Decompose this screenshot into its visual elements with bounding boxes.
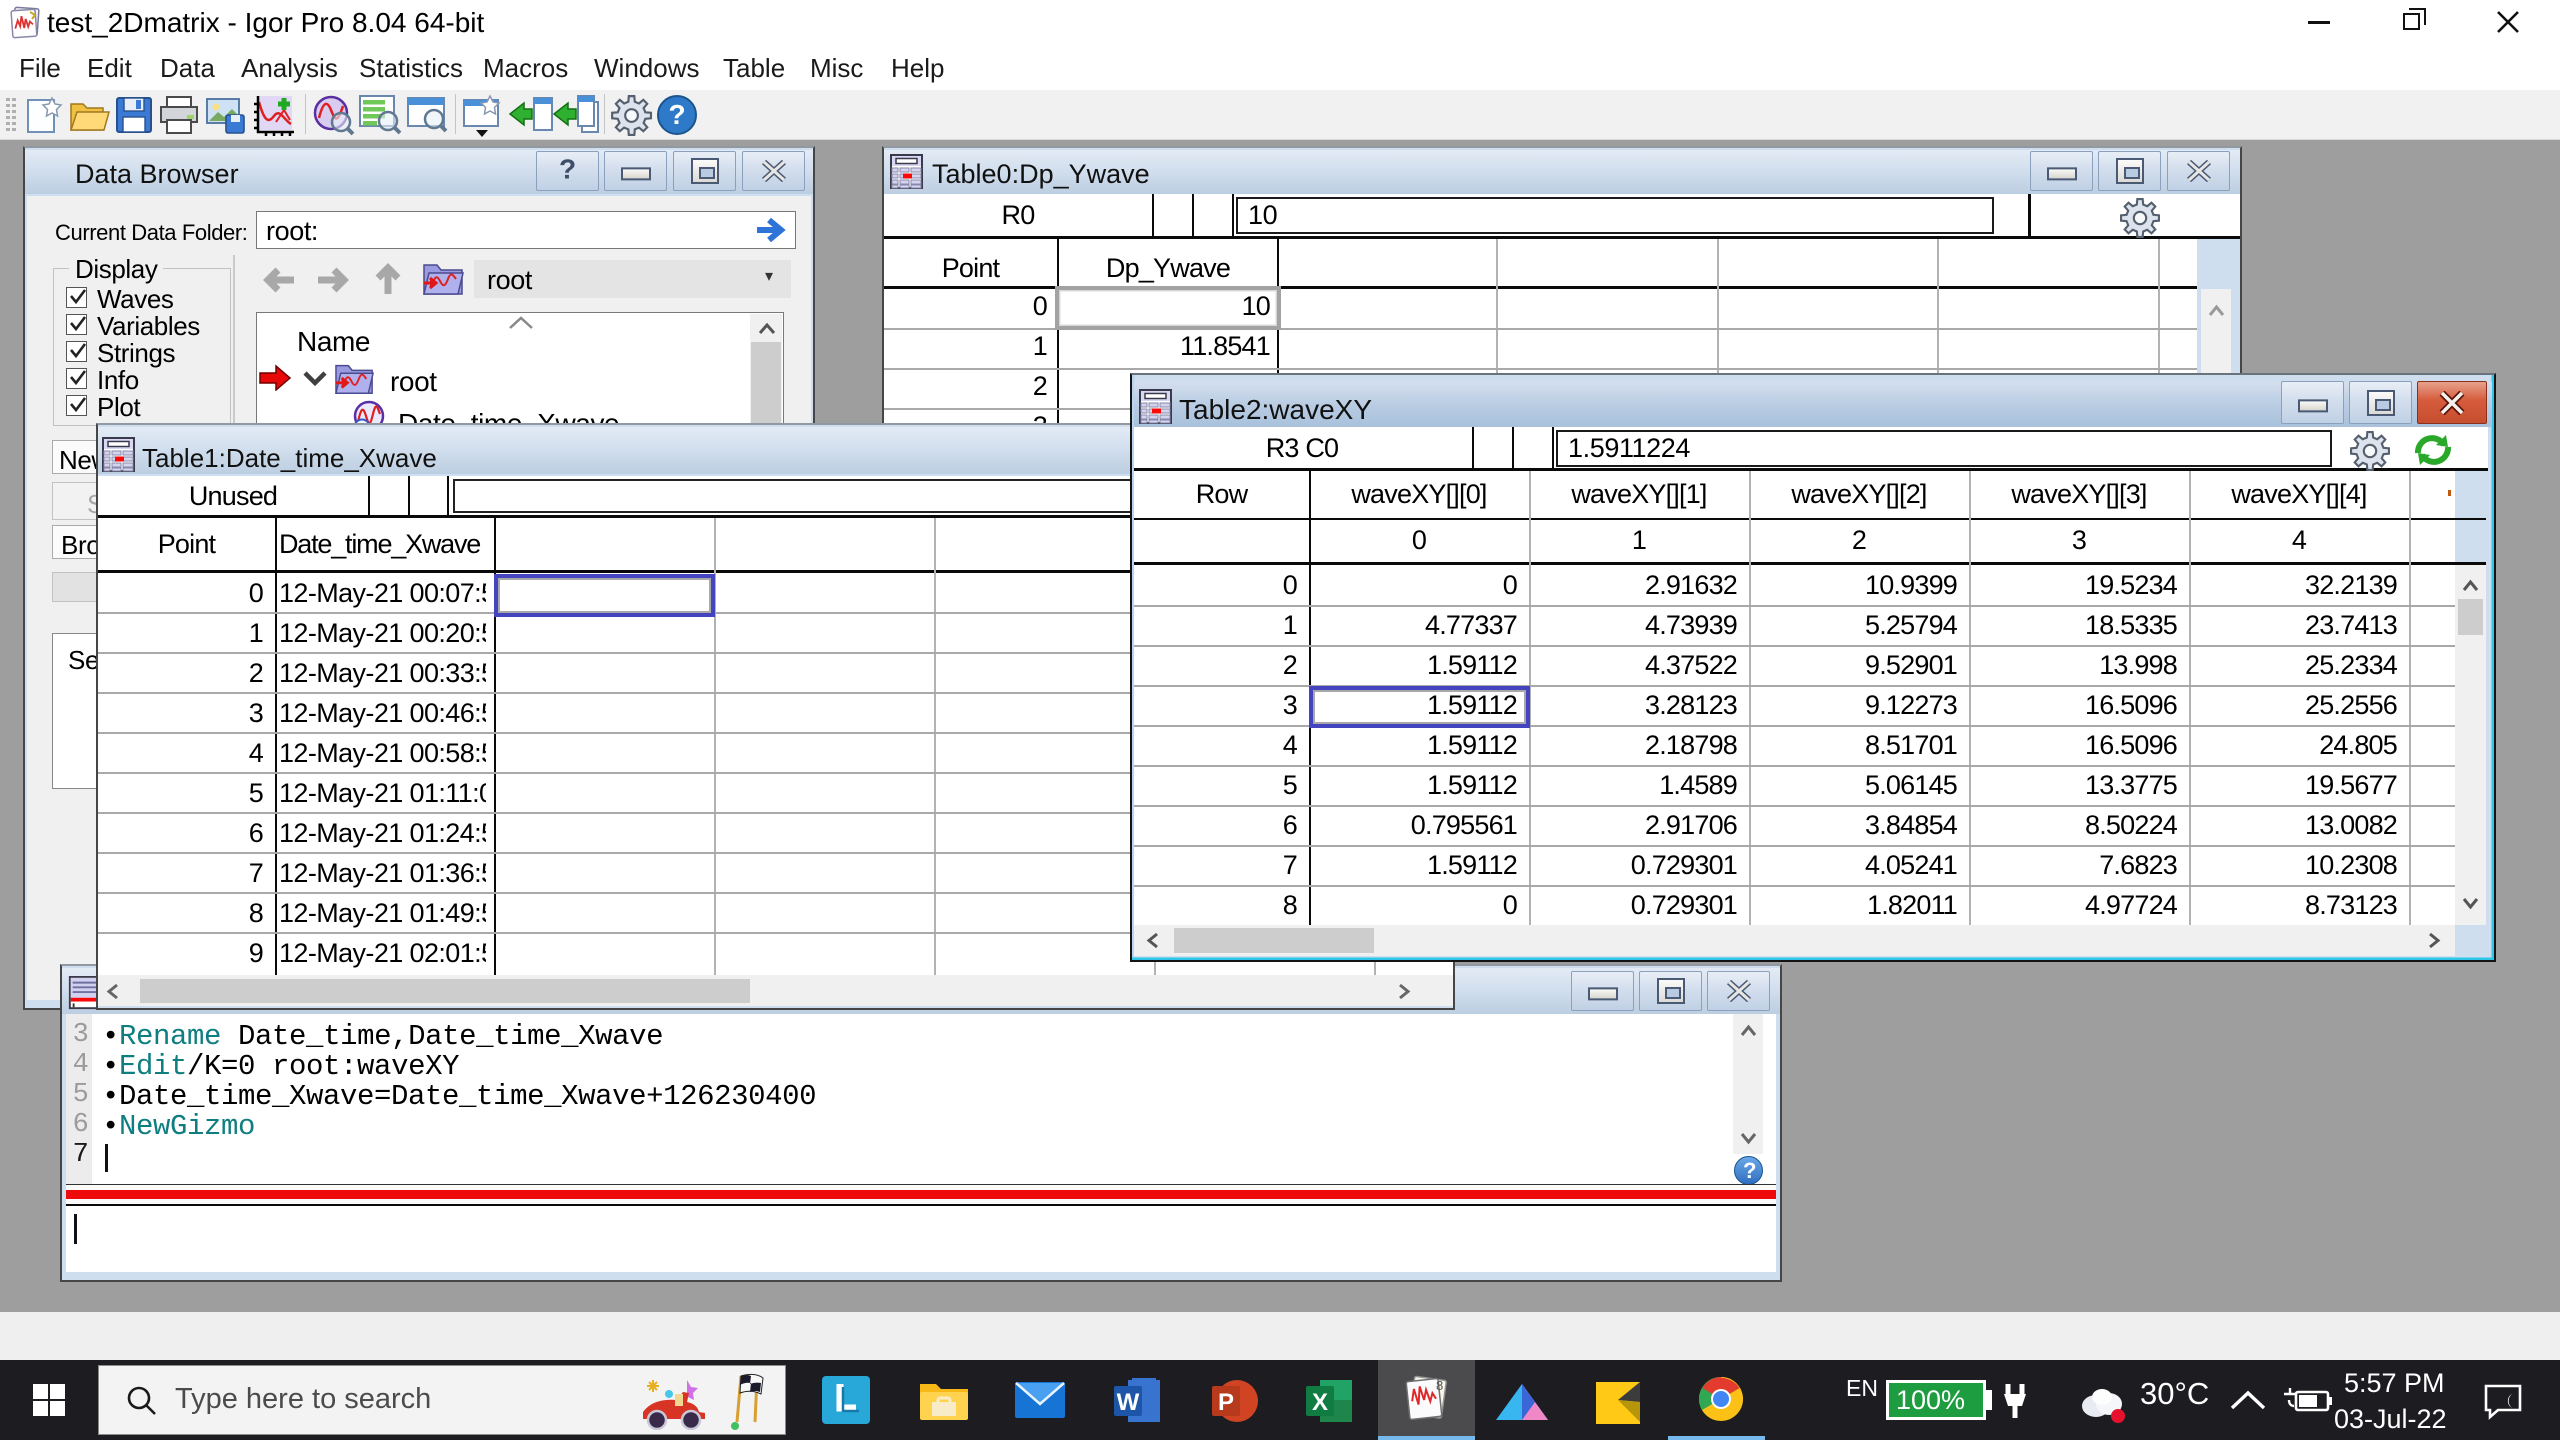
svg-text:W: W xyxy=(1117,1389,1140,1416)
svg-text:X: X xyxy=(1312,1389,1328,1416)
svg-text:8: 8 xyxy=(1436,1378,1443,1393)
svg-text:?: ? xyxy=(668,99,685,130)
svg-text:P: P xyxy=(1218,1389,1234,1416)
